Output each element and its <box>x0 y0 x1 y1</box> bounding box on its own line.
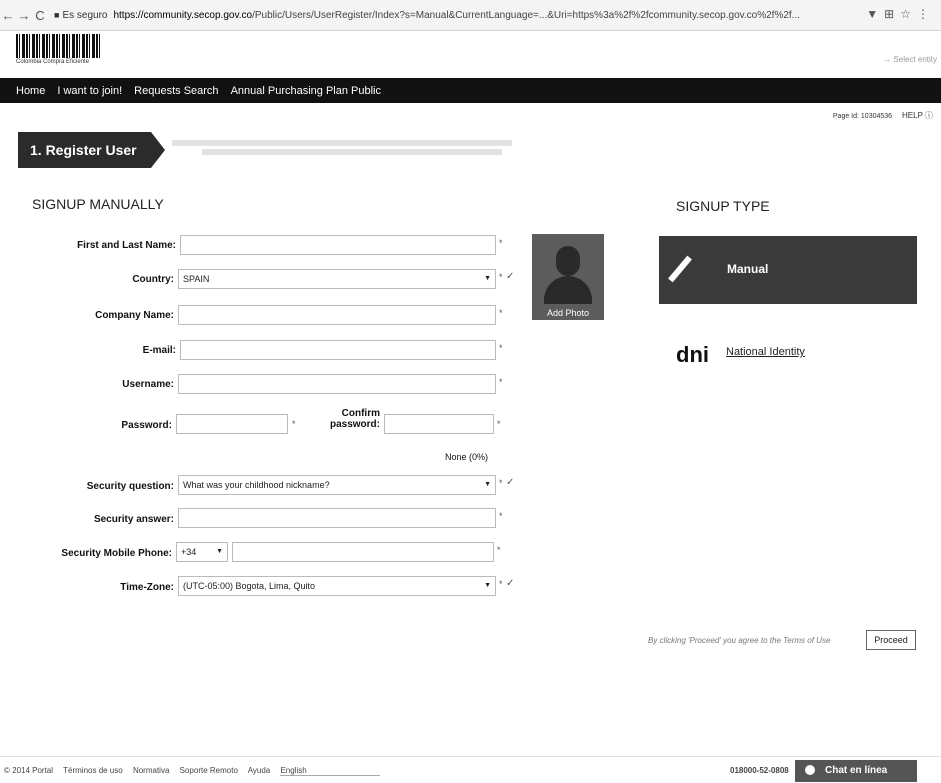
mobile-phone-label: Security Mobile Phone: <box>61 548 172 559</box>
manual-label: Manual <box>727 262 769 276</box>
security-question-label: Security question: <box>86 481 174 492</box>
signup-manually-title: SIGNUP MANUALLY <box>32 196 164 212</box>
translate-icon[interactable]: ⊞ <box>884 7 900 21</box>
back-icon[interactable]: ← <box>0 8 16 23</box>
footer-support-link[interactable]: Soporte Remoto <box>180 766 238 775</box>
security-question-select[interactable]: What was your childhood nickname? <box>178 475 496 495</box>
required-mark: * <box>499 308 503 318</box>
extension-icon[interactable]: ▼ <box>866 7 884 21</box>
page-id-text: Page Id: 10304536 <box>832 113 893 120</box>
footer-links: © 2014 Portal Términos de uso Normativa … <box>4 766 388 776</box>
url-host: https://community.secop.gov.co <box>113 9 253 21</box>
national-identity-link[interactable]: National Identity <box>726 346 805 358</box>
proceed-button[interactable]: Proceed <box>866 630 916 650</box>
timezone-select[interactable]: (UTC-05:00) Bogota, Lima, Quito <box>178 576 496 596</box>
required-mark: * <box>499 343 503 353</box>
required-mark: * <box>499 478 503 488</box>
timezone-label: Time-Zone: <box>120 582 174 593</box>
support-phone: 018000-52-0808 <box>730 766 789 775</box>
forward-icon[interactable]: → <box>16 8 32 23</box>
valid-check-icon: ✓ <box>506 271 515 282</box>
company-input[interactable] <box>178 305 496 325</box>
lock-icon: ■ <box>54 9 60 20</box>
company-label: Company Name: <box>95 310 174 321</box>
footer-normative-link[interactable]: Normativa <box>133 766 169 775</box>
footer-help-link[interactable]: Ayuda <box>248 766 271 775</box>
main-navigation: Home I want to join! Requests Search Ann… <box>0 78 941 103</box>
chat-icon <box>805 765 815 776</box>
name-input[interactable] <box>180 235 496 255</box>
terms-text: By clicking 'Proceed' you agree to the T… <box>648 636 831 645</box>
pencil-icon <box>668 255 692 283</box>
password-strength: None (0%) <box>444 452 488 462</box>
browser-tools[interactable]: ▼⊞☆⋮ <box>866 7 935 21</box>
add-photo-label: Add Photo <box>546 308 590 318</box>
required-mark: * <box>292 419 296 429</box>
chat-label: Chat en línea <box>825 765 888 776</box>
language-select[interactable]: English <box>280 766 381 776</box>
email-input[interactable] <box>180 340 496 360</box>
required-mark: * <box>499 238 503 248</box>
username-label: Username: <box>122 379 174 390</box>
page-id: Page Id: 10304536 HELP ⓘ <box>833 110 933 121</box>
phone-prefix-select[interactable]: +34 <box>176 542 228 562</box>
browser-toolbar: ← → C ■ Es seguro https://community.secop… <box>0 0 941 31</box>
mobile-phone-input[interactable] <box>232 542 494 562</box>
footer-copyright: © 2014 Portal <box>4 766 54 775</box>
signup-type-title: SIGNUP TYPE <box>676 198 770 214</box>
select-entity-link[interactable]: → Select entity <box>883 55 937 64</box>
name-label: First and Last Name: <box>77 240 176 251</box>
required-mark: * <box>499 579 503 589</box>
dni-logo: dni <box>676 342 709 367</box>
address-bar[interactable]: https://community.secop.gov.co/Public/Us… <box>113 10 813 21</box>
barcode-logo-icon <box>16 34 102 58</box>
menu-icon[interactable]: ⋮ <box>917 7 935 21</box>
star-icon[interactable]: ☆ <box>900 7 917 21</box>
site-logo[interactable]: Colombia Compra Eficiente <box>16 34 106 66</box>
url-path: /Public/Users/UserRegister/Index?s=Manua… <box>252 9 801 21</box>
security-answer-label: Security answer: <box>93 514 174 525</box>
logo-caption: Colombia Compra Eficiente <box>16 59 90 65</box>
secure-text: Es seguro <box>62 9 108 21</box>
chat-button[interactable]: Chat en línea <box>795 760 917 782</box>
required-mark: * <box>499 377 503 387</box>
valid-check-icon: ✓ <box>506 578 515 589</box>
help-link[interactable]: HELP ⓘ <box>902 111 933 120</box>
step-description-blurred <box>172 137 532 163</box>
step-banner: 1. Register User <box>18 132 165 168</box>
country-label: Country: <box>132 274 174 285</box>
password-label: Password: <box>121 420 172 431</box>
email-label: E-mail: <box>142 345 176 356</box>
nav-join[interactable]: I want to join! <box>51 85 128 97</box>
required-mark: * <box>497 419 501 429</box>
nav-requests-search[interactable]: Requests Search <box>128 85 224 97</box>
valid-check-icon: ✓ <box>506 477 515 488</box>
country-select[interactable]: SPAIN <box>178 269 496 289</box>
footer-terms-link[interactable]: Términos de uso <box>63 766 123 775</box>
add-photo-button[interactable]: Add Photo <box>532 234 604 320</box>
username-input[interactable] <box>178 374 496 394</box>
nav-purchasing-plan[interactable]: Annual Purchasing Plan Public <box>225 85 387 97</box>
security-answer-input[interactable] <box>178 508 496 528</box>
password-input[interactable] <box>176 414 288 434</box>
required-mark: * <box>497 545 501 555</box>
avatar-body-icon <box>544 276 592 304</box>
required-mark: * <box>499 272 503 282</box>
secure-indicator[interactable]: ■ Es seguro <box>54 10 107 21</box>
avatar-head-icon <box>556 246 580 276</box>
reload-icon[interactable]: C <box>32 8 48 23</box>
nav-home[interactable]: Home <box>0 85 51 97</box>
confirm-password-label: Confirm password: <box>329 408 380 430</box>
confirm-password-input[interactable] <box>384 414 494 434</box>
required-mark: * <box>499 511 503 521</box>
signup-manual-option[interactable]: Manual <box>659 236 917 304</box>
